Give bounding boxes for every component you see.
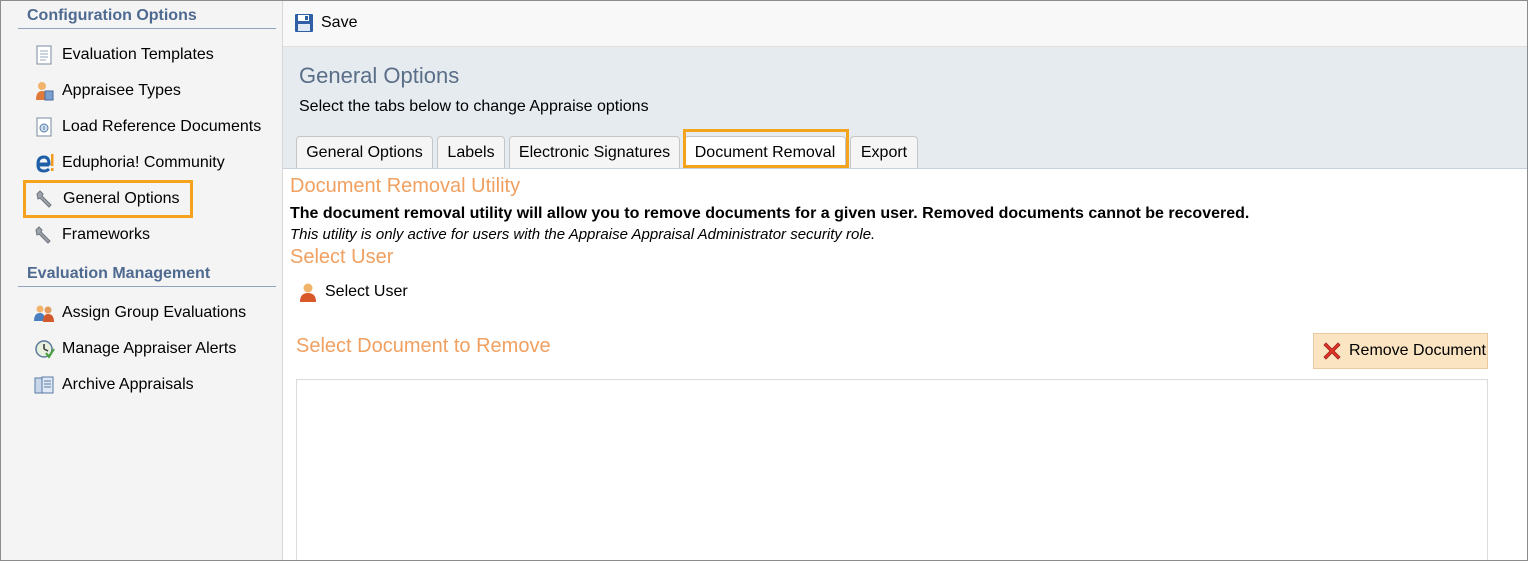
- sidebar-item-evaluation-templates[interactable]: Evaluation Templates: [25, 39, 224, 71]
- user-icon: [297, 281, 319, 303]
- sidebar-item-label: Eduphoria! Community: [62, 154, 225, 171]
- sidebar-item-label: Manage Appraiser Alerts: [62, 340, 237, 357]
- page-title: General Options: [299, 63, 460, 88]
- sidebar-item-general-options[interactable]: General Options: [23, 180, 193, 218]
- app-window: Configuration Options Evaluation Templat…: [0, 0, 1528, 561]
- document-removal-panel: Document Removal Utility The document re…: [283, 169, 1527, 560]
- tab-labels[interactable]: Labels: [437, 136, 505, 168]
- archive-icon: [33, 374, 55, 396]
- document-icon: [33, 44, 55, 66]
- eduphoria-logo-icon: [33, 152, 55, 174]
- sidebar-item-label: Assign Group Evaluations: [62, 304, 247, 321]
- sidebar-item-frameworks[interactable]: Frameworks: [25, 219, 160, 251]
- select-user-label: Select User: [325, 283, 408, 300]
- red-x-icon: [1320, 339, 1344, 363]
- utility-title: Document Removal Utility: [290, 175, 521, 197]
- tab-document-removal[interactable]: Document Removal: [684, 136, 846, 168]
- sidebar-item-label: Evaluation Templates: [62, 46, 214, 63]
- sidebar-item-archive-appraisals[interactable]: Archive Appraisals: [25, 369, 204, 401]
- people-icon: [33, 80, 55, 102]
- sidebar-item-label: Appraisee Types: [62, 82, 181, 99]
- sidebar: Configuration Options Evaluation Templat…: [1, 1, 283, 560]
- group-icon: [33, 302, 55, 324]
- sidebar-item-label: Frameworks: [62, 226, 151, 243]
- sidebar-item-load-reference-documents[interactable]: Load Reference Documents: [25, 111, 271, 143]
- reference-document-icon: [33, 116, 55, 138]
- sidebar-item-assign-group-evaluations[interactable]: Assign Group Evaluations: [25, 297, 256, 329]
- remove-document-button[interactable]: Remove Document: [1313, 333, 1488, 369]
- sidebar-item-label: General Options: [63, 190, 180, 207]
- page-subtitle: Select the tabs below to change Appraise…: [299, 98, 649, 115]
- sidebar-item-manage-appraiser-alerts[interactable]: Manage Appraiser Alerts: [25, 333, 246, 365]
- document-list[interactable]: [296, 379, 1488, 560]
- sidebar-item-label: Load Reference Documents: [62, 118, 262, 135]
- wrench-icon: [34, 188, 56, 210]
- sidebar-item-eduphoria-community[interactable]: Eduphoria! Community: [25, 147, 235, 179]
- wrench-icon: [33, 224, 55, 246]
- utility-role-note: This utility is only active for users wi…: [290, 226, 876, 243]
- select-user-button[interactable]: Select User: [297, 281, 408, 303]
- section-header-evaluation-management: Evaluation Management: [18, 265, 276, 287]
- sidebar-item-label: Archive Appraisals: [62, 376, 194, 393]
- tab-general-options[interactable]: General Options: [296, 136, 433, 168]
- save-label: Save: [321, 14, 358, 31]
- floppy-disk-icon: [293, 12, 315, 34]
- remove-document-label: Remove Document: [1349, 342, 1486, 359]
- utility-description: The document removal utility will allow …: [290, 205, 1250, 222]
- sidebar-item-appraisee-types[interactable]: Appraisee Types: [25, 75, 191, 107]
- save-button[interactable]: Save: [293, 12, 357, 34]
- select-document-title: Select Document to Remove: [296, 335, 551, 357]
- main-panel: Save General Options Select the tabs bel…: [283, 1, 1527, 560]
- select-user-title: Select User: [290, 246, 394, 268]
- page-header: General Options Select the tabs below to…: [283, 47, 1527, 169]
- alert-clock-icon: [33, 338, 55, 360]
- toolbar: Save: [283, 1, 1527, 47]
- tab-export[interactable]: Export: [850, 136, 918, 168]
- section-header-configuration-options: Configuration Options: [18, 7, 276, 29]
- tab-electronic-signatures[interactable]: Electronic Signatures: [509, 136, 680, 168]
